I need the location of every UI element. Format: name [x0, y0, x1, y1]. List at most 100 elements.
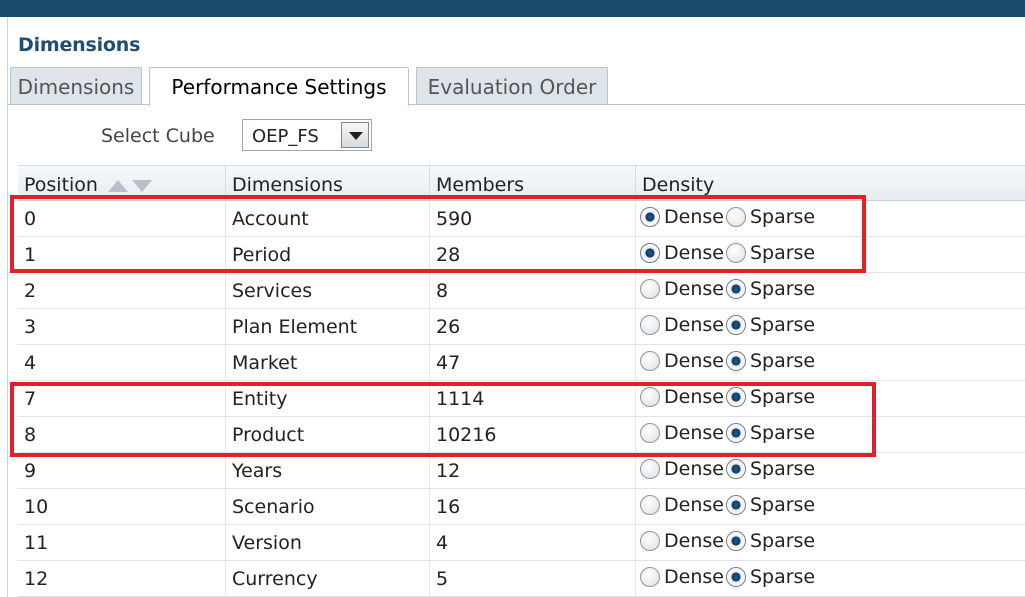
tab-dimensions[interactable]: Dimensions	[10, 67, 142, 105]
cell-position: 10	[18, 489, 226, 525]
tab-label: Evaluation Order	[427, 75, 597, 99]
sparse-radio-label[interactable]: Sparse	[750, 494, 815, 516]
dropdown-button[interactable]	[341, 122, 369, 148]
cell-position: 11	[18, 525, 226, 561]
dense-radio-label[interactable]: Dense	[664, 530, 724, 552]
table-row[interactable]: 8 Product 10216 Dense Sparse	[18, 417, 1025, 453]
dense-radio-label[interactable]: Dense	[664, 206, 724, 228]
cube-select[interactable]: OEP_FS	[242, 119, 372, 151]
table-row[interactable]: 4 Market 47 Dense Sparse	[18, 345, 1025, 381]
sparse-radio[interactable]	[725, 494, 746, 515]
cell-position: 9	[18, 453, 226, 489]
sparse-radio[interactable]	[725, 314, 746, 335]
table-row[interactable]: 0 Account 590 Dense Sparse	[18, 201, 1025, 237]
dense-radio-label[interactable]: Dense	[664, 386, 724, 408]
sort-descending-icon[interactable]	[132, 180, 153, 192]
table-row[interactable]: 9 Years 12 Dense Sparse	[18, 453, 1025, 489]
sparse-radio-label[interactable]: Sparse	[750, 206, 815, 228]
cell-members: 5	[430, 561, 636, 597]
sort-ascending-icon[interactable]	[108, 180, 129, 192]
dense-radio[interactable]	[640, 350, 660, 371]
cell-density: Dense Sparse	[636, 309, 1025, 345]
cell-dimension: Version	[226, 525, 430, 561]
cell-dimension: Plan Element	[226, 309, 430, 345]
cell-members: 47	[430, 345, 636, 381]
cell-position: 2	[18, 273, 226, 309]
tab-performance-settings[interactable]: Performance Settings	[149, 67, 409, 106]
cell-dimension: Product	[226, 417, 430, 453]
sparse-radio[interactable]	[725, 566, 746, 587]
sparse-radio-label[interactable]: Sparse	[750, 458, 815, 480]
dense-radio[interactable]	[640, 458, 660, 479]
cell-members: 10216	[430, 417, 636, 453]
header-position[interactable]: Position	[18, 166, 226, 202]
cell-density: Dense Sparse	[636, 273, 1025, 309]
sparse-radio[interactable]	[725, 458, 746, 479]
cell-members: 26	[430, 309, 636, 345]
table-row[interactable]: 1 Period 28 Dense Sparse	[18, 237, 1025, 273]
table-row[interactable]: 11 Version 4 Dense Sparse	[18, 525, 1025, 561]
tab-evaluation-order[interactable]: Evaluation Order	[416, 67, 608, 105]
dense-radio[interactable]	[640, 422, 660, 443]
cell-dimension: Account	[226, 201, 430, 237]
sparse-radio[interactable]	[725, 350, 746, 371]
dense-radio-label[interactable]: Dense	[664, 566, 724, 588]
table-row[interactable]: 7 Entity 1114 Dense Sparse	[18, 381, 1025, 417]
header-dimensions[interactable]: Dimensions	[226, 166, 430, 202]
sparse-radio[interactable]	[725, 386, 746, 407]
grid-header: Position Dimensions Members Density	[18, 165, 1025, 202]
cell-dimension: Scenario	[226, 489, 430, 525]
sparse-radio[interactable]	[725, 278, 746, 299]
dense-radio[interactable]	[640, 386, 660, 407]
tab-label: Dimensions	[17, 75, 135, 99]
dense-radio[interactable]	[640, 494, 660, 515]
cell-position: 0	[18, 201, 226, 237]
cell-members: 590	[430, 201, 636, 237]
dense-radio-label[interactable]: Dense	[664, 422, 724, 444]
cell-dimension: Years	[226, 453, 430, 489]
sparse-radio-label[interactable]: Sparse	[750, 530, 815, 552]
grid-rows: 0 Account 590 Dense Sparse 1 Period 28 Dense Spar…	[18, 201, 1025, 597]
table-row[interactable]: 12 Currency 5 Dense Sparse	[18, 561, 1025, 597]
table-row[interactable]: 2 Services 8 Dense Sparse	[18, 273, 1025, 309]
sparse-radio-label[interactable]: Sparse	[750, 566, 815, 588]
cell-density: Dense Sparse	[636, 453, 1025, 489]
dense-radio-label[interactable]: Dense	[664, 494, 724, 516]
panel-title: Dimensions	[18, 34, 141, 56]
cell-dimension: Entity	[226, 381, 430, 417]
cell-density: Dense Sparse	[636, 381, 1025, 417]
cell-position: 12	[18, 561, 226, 597]
sparse-radio-label[interactable]: Sparse	[750, 242, 815, 264]
sparse-radio[interactable]	[725, 242, 746, 263]
select-cube-label: Select Cube	[101, 125, 215, 147]
sparse-radio-label[interactable]: Sparse	[750, 422, 815, 444]
cell-density: Dense Sparse	[636, 489, 1025, 525]
dense-radio-label[interactable]: Dense	[664, 350, 724, 372]
sparse-radio[interactable]	[725, 206, 746, 227]
cell-density: Dense Sparse	[636, 237, 1025, 273]
header-density[interactable]: Density	[636, 166, 1025, 202]
header-members[interactable]: Members	[430, 166, 636, 202]
sparse-radio[interactable]	[725, 422, 746, 443]
dense-radio-label[interactable]: Dense	[664, 278, 724, 300]
dense-radio[interactable]	[640, 566, 660, 587]
cell-position: 7	[18, 381, 226, 417]
cell-dimension: Currency	[226, 561, 430, 597]
dense-radio-label[interactable]: Dense	[664, 458, 724, 480]
sparse-radio-label[interactable]: Sparse	[750, 314, 815, 336]
table-row[interactable]: 10 Scenario 16 Dense Sparse	[18, 489, 1025, 525]
sort-controls	[108, 175, 153, 197]
dense-radio-label[interactable]: Dense	[664, 242, 724, 264]
dense-radio[interactable]	[640, 314, 660, 335]
sparse-radio-label[interactable]: Sparse	[750, 278, 815, 300]
dense-radio-label[interactable]: Dense	[664, 314, 724, 336]
sparse-radio-label[interactable]: Sparse	[750, 386, 815, 408]
dense-radio[interactable]	[640, 530, 660, 551]
dense-radio[interactable]	[640, 278, 660, 299]
dense-radio[interactable]	[640, 206, 660, 227]
sparse-radio[interactable]	[725, 530, 746, 551]
table-row[interactable]: 3 Plan Element 26 Dense Sparse	[18, 309, 1025, 345]
cell-members: 8	[430, 273, 636, 309]
sparse-radio-label[interactable]: Sparse	[750, 350, 815, 372]
dense-radio[interactable]	[640, 242, 660, 263]
